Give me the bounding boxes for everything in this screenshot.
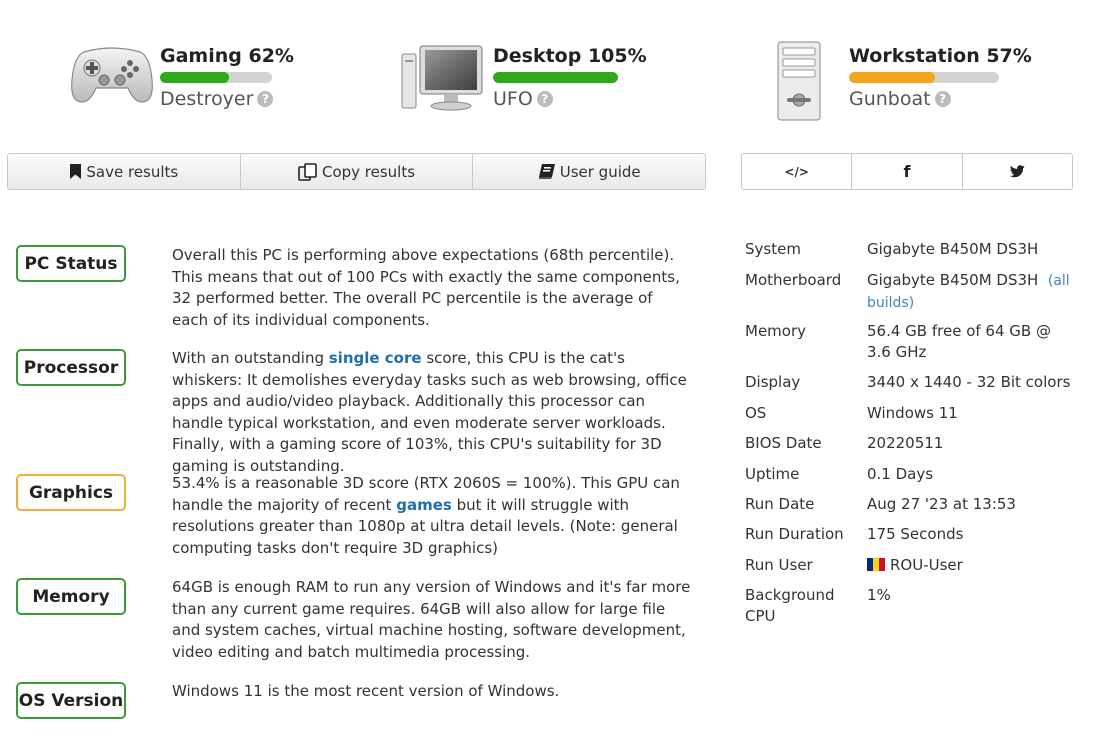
pc-status-description: Overall this PC is performing above expe… (172, 246, 680, 329)
pc-status-label: PC Status (16, 245, 126, 282)
single-core-link[interactable]: single core (329, 349, 422, 367)
system-row: System Gigabyte B450M DS3H (745, 240, 1039, 258)
run-user-row: Run User ROU-User (745, 556, 963, 574)
os-row: OS Windows 11 (745, 404, 958, 422)
workstation-score-tier: Gunboat (849, 88, 931, 110)
desktop-score-bar (493, 72, 618, 83)
gaming-score-title: Gaming 62% (160, 45, 294, 67)
twitter-share-button[interactable] (961, 154, 1072, 189)
memory-description: 64GB is enough RAM to run any version of… (172, 578, 691, 661)
facebook-share-button[interactable]: f (851, 154, 961, 189)
book-icon (538, 163, 556, 180)
desktop-score-title: Desktop 105% (493, 45, 647, 67)
graphics-description: 53.4% is a reasonable 3D score (RTX 2060… (172, 474, 680, 557)
workstation-score: Workstation 57% Gunboat? (776, 40, 1032, 126)
gaming-score: Gaming 62% Destroyer? (70, 40, 300, 126)
display-row: Display 3440 x 1440 - 32 Bit colors (745, 373, 1071, 391)
workstation-score-title: Workstation 57% (849, 45, 1032, 67)
help-icon[interactable]: ? (934, 91, 951, 107)
processor-label: Processor (16, 349, 126, 386)
memory-label: Memory (16, 578, 126, 615)
os-version-description: Windows 11 is the most recent version of… (172, 682, 560, 700)
graphics-label: Graphics (16, 474, 126, 511)
system-info-table: System Gigabyte B450M DS3H Motherboard G… (745, 239, 1075, 627)
games-link[interactable]: games (396, 496, 452, 514)
facebook-icon: f (903, 162, 911, 181)
uptime-row: Uptime 0.1 Days (745, 465, 934, 483)
desktop-score-tier: UFO (493, 88, 533, 110)
memory-row: Memory 56.4 GB free of 64 GB @ 3.6 GHz (745, 322, 1051, 361)
os-version-label: OS Version (16, 682, 126, 719)
bookmark-icon (69, 163, 82, 180)
gamepad-icon (70, 40, 154, 110)
help-icon[interactable]: ? (536, 91, 553, 107)
workstation-score-bar (849, 72, 999, 83)
background-cpu-row: Background CPU 1% (745, 586, 891, 625)
run-date-row: Run Date Aug 27 '23 at 13:53 (745, 495, 1016, 513)
save-results-button[interactable]: Save results (8, 154, 240, 189)
desktop-score: Desktop 105% UFO? (400, 40, 647, 126)
copy-icon (298, 162, 318, 181)
twitter-icon (1009, 165, 1025, 178)
romania-flag-icon (867, 556, 885, 571)
user-guide-button[interactable]: User guide (472, 154, 705, 189)
embed-button[interactable]: </> (742, 154, 851, 189)
gaming-score-bar (160, 72, 272, 83)
processor-description: With an outstanding single core score, t… (172, 349, 687, 475)
workstation-tower-icon (776, 40, 822, 126)
share-toolbar: </> f (741, 153, 1073, 190)
copy-results-button[interactable]: Copy results (239, 154, 473, 189)
help-icon[interactable]: ? (257, 91, 274, 107)
results-toolbar: Save results Copy results User guide (7, 153, 706, 190)
motherboard-row: Motherboard Gigabyte B450M DS3H (all bui… (745, 271, 1070, 311)
gaming-score-tier: Destroyer (160, 88, 254, 110)
run-duration-row: Run Duration 175 Seconds (745, 525, 964, 543)
code-icon: </> (784, 164, 809, 179)
desktop-monitor-icon (400, 40, 486, 116)
bios-date-row: BIOS Date 20220511 (745, 434, 944, 452)
